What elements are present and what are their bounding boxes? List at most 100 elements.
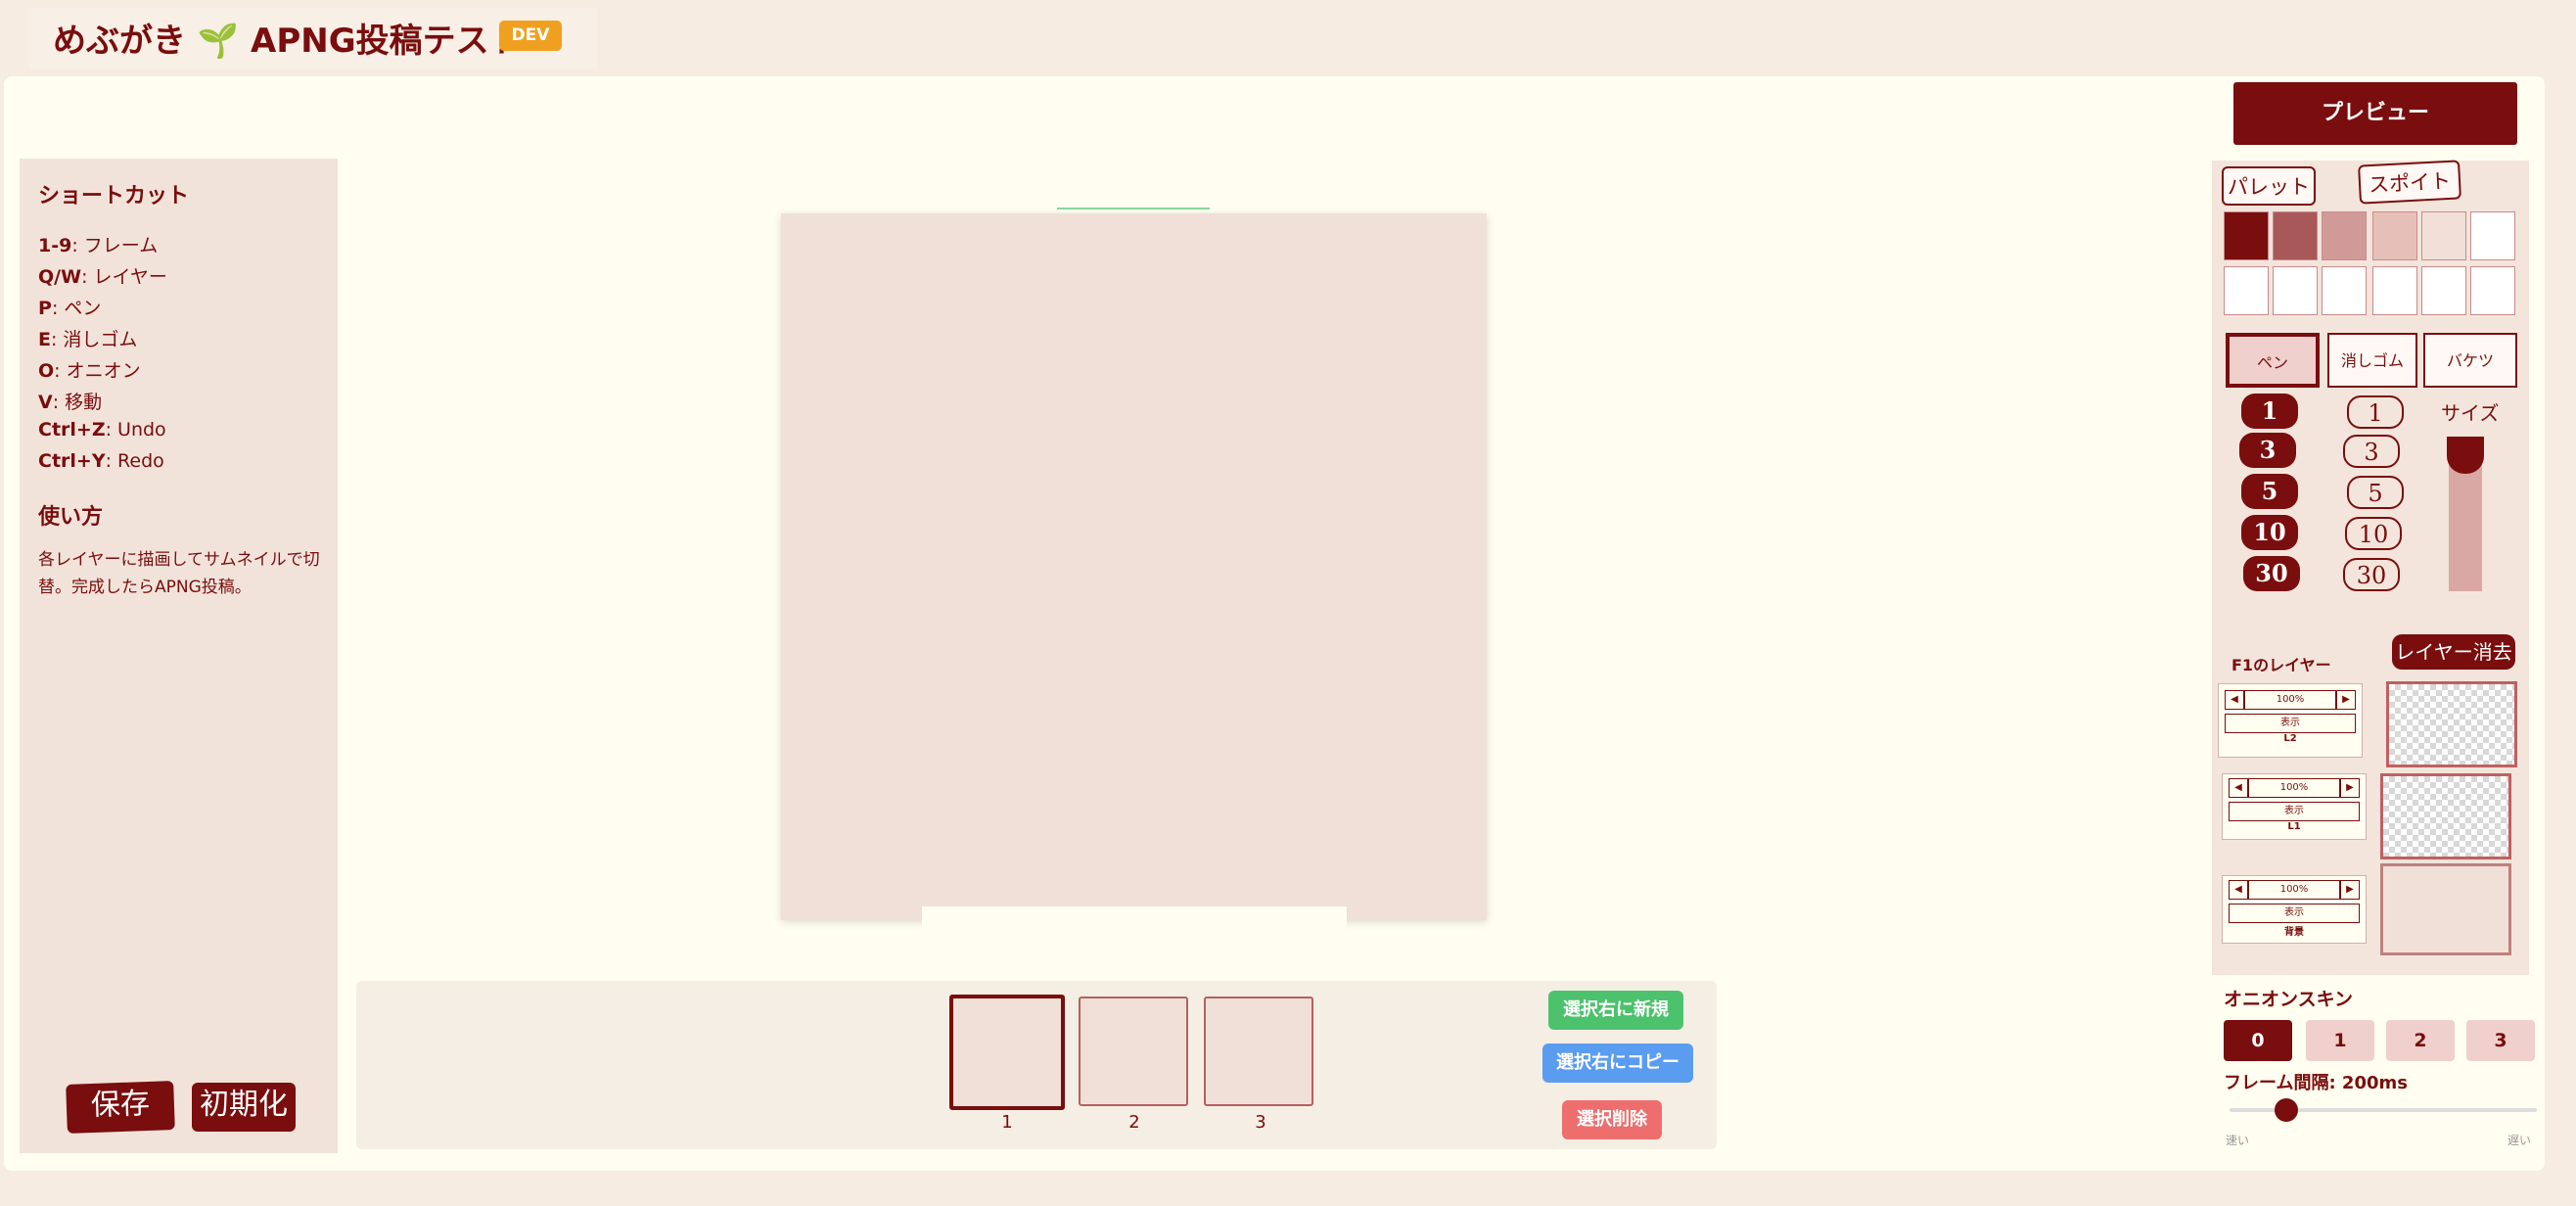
reset-button[interactable]: 初期化 [192,1083,296,1132]
shortcut-key: Q/W [38,266,82,288]
size-outline-10[interactable]: 10 [2345,517,2402,550]
shortcut-row: Ctrl+Z: Undo [38,419,166,441]
palette-swatch[interactable] [2224,211,2269,260]
palette-swatch[interactable] [2273,211,2318,260]
shortcut-key: Ctrl+Y [38,450,106,472]
tool-bucket-button[interactable]: バケツ [2423,333,2517,388]
shortcut-desc: : オニオン [54,360,141,382]
layer-thumbnail-l2[interactable] [2386,681,2517,767]
opacity-decrease-button[interactable]: ◀ [2225,690,2244,710]
size-outline-5[interactable]: 5 [2347,476,2404,509]
preview-button[interactable]: プレビュー [2233,82,2517,145]
palette-swatch[interactable] [2273,266,2318,315]
palette-swatch[interactable] [2470,211,2515,260]
opacity-increase-button[interactable]: ▶ [2340,880,2360,900]
usage-text: 各レイヤーに描画してサムネイルで切替。完成したらAPNG投稿。 [38,550,320,597]
layer-opacity-row: ◀ 100% ▶ [2229,778,2360,798]
dev-badge: DEV [499,21,562,51]
delete-frame-button[interactable]: 選択削除 [1562,1100,1662,1139]
onion-option-2[interactable]: 2 [2386,1020,2455,1061]
frame-interval-label: フレーム間隔: 200ms [2224,1073,2408,1093]
frame-interval-slider-handle[interactable] [2275,1098,2298,1122]
shortcut-row: Q/W: レイヤー [38,262,167,289]
canvas-top-indicator [1057,208,1210,209]
layer-controls-l2: ◀ 100% ▶ 表示 L2 [2218,683,2363,758]
palette-swatch[interactable] [2322,266,2367,315]
shortcut-row: 1-9: フレーム [38,231,158,257]
layers-title: F1のレイヤー [2231,656,2331,674]
layer-opacity: 100% [2248,778,2340,798]
shortcut-desc: : 消しゴム [50,329,138,350]
size-label: サイズ [2441,401,2500,425]
layer-name: L1 [2287,821,2301,832]
frame-label: 1 [1001,1112,1013,1133]
palette-swatch[interactable] [2322,211,2367,260]
interval-slow-label: 遅い [2507,1134,2532,1147]
layer-visibility-toggle[interactable]: 表示 [2229,904,2360,923]
size-filled-5[interactable]: 5 [2241,474,2298,509]
onion-skin-title: オニオンスキン [2224,989,2354,1010]
shortcut-desc: : 移動 [52,392,103,413]
frame-thumb-1[interactable] [949,995,1065,1110]
new-frame-right-button[interactable]: 選択右に新規 [1548,991,1683,1030]
shortcut-row: V: 移動 [38,388,102,414]
layer-visibility-toggle[interactable]: 表示 [2225,714,2356,733]
shortcut-row: O: オニオン [38,356,141,383]
layer-thumbnail-l1[interactable] [2380,773,2511,859]
shortcut-key: P [38,298,52,319]
palette-swatch[interactable] [2372,266,2417,315]
shortcut-desc: : レイヤー [81,266,167,288]
shortcut-desc: : Redo [105,450,164,472]
layer-name: L2 [2283,733,2297,744]
shortcut-desc: : Undo [105,419,166,441]
palette-swatch[interactable] [2470,266,2515,315]
interval-fast-label: 速い [2226,1134,2250,1147]
shortcut-key: V [38,392,53,413]
palette-swatch[interactable] [2372,211,2417,260]
opacity-decrease-button[interactable]: ◀ [2229,778,2248,798]
size-filled-30[interactable]: 30 [2243,556,2300,591]
size-outline-30[interactable]: 30 [2343,558,2400,591]
layer-opacity: 100% [2244,690,2336,710]
tab-eyedropper[interactable]: スポイト [2358,160,2461,205]
save-button[interactable]: 保存 [66,1081,175,1134]
frame-label: 2 [1128,1112,1140,1133]
size-filled-10[interactable]: 10 [2241,515,2298,550]
palette-swatch[interactable] [2421,211,2466,260]
opacity-increase-button[interactable]: ▶ [2336,690,2356,710]
tool-eraser-button[interactable]: 消しゴム [2327,333,2417,388]
shortcut-key: E [38,329,51,350]
shortcut-desc: : フレーム [71,235,159,256]
onion-option-1[interactable]: 1 [2306,1020,2374,1061]
opacity-decrease-button[interactable]: ◀ [2229,880,2248,900]
tool-pen-button[interactable]: ペン [2226,333,2320,388]
layer-thumbnail-background[interactable] [2380,863,2511,955]
layer-clear-button[interactable]: レイヤー消去 [2392,634,2515,670]
app-title: めぶがき 🌱 APNG投稿テスト [53,22,523,61]
frame-thumb-3[interactable] [1204,997,1313,1106]
opacity-increase-button[interactable]: ▶ [2340,778,2360,798]
shortcut-row: P: ペン [38,294,101,320]
layer-controls-l1: ◀ 100% ▶ 表示 L1 [2222,773,2367,840]
onion-option-0[interactable]: 0 [2224,1020,2292,1061]
size-outline-3[interactable]: 3 [2343,435,2400,468]
palette-swatch[interactable] [2224,266,2269,315]
shortcut-key: O [38,360,55,382]
layer-opacity: 100% [2248,880,2340,900]
tab-palette[interactable]: パレット [2222,166,2316,206]
frame-thumb-2[interactable] [1079,997,1188,1106]
drawing-canvas[interactable] [781,213,1487,920]
layer-visibility-toggle[interactable]: 表示 [2229,802,2360,821]
size-outline-1[interactable]: 1 [2347,395,2404,429]
size-filled-3[interactable]: 3 [2239,433,2296,468]
size-slider-handle[interactable] [2447,437,2484,474]
size-filled-1[interactable]: 1 [2241,394,2298,429]
palette-swatch[interactable] [2421,266,2466,315]
layer-opacity-row: ◀ 100% ▶ [2225,690,2356,710]
shortcut-row: E: 消しゴム [38,325,137,351]
frame-label: 3 [1255,1112,1266,1133]
copy-frame-right-button[interactable]: 選択右にコピー [1542,1044,1693,1083]
layer-controls-background: ◀ 100% ▶ 表示 背景 [2222,875,2367,944]
usage-title: 使い方 [38,505,104,530]
onion-option-3[interactable]: 3 [2466,1020,2535,1061]
